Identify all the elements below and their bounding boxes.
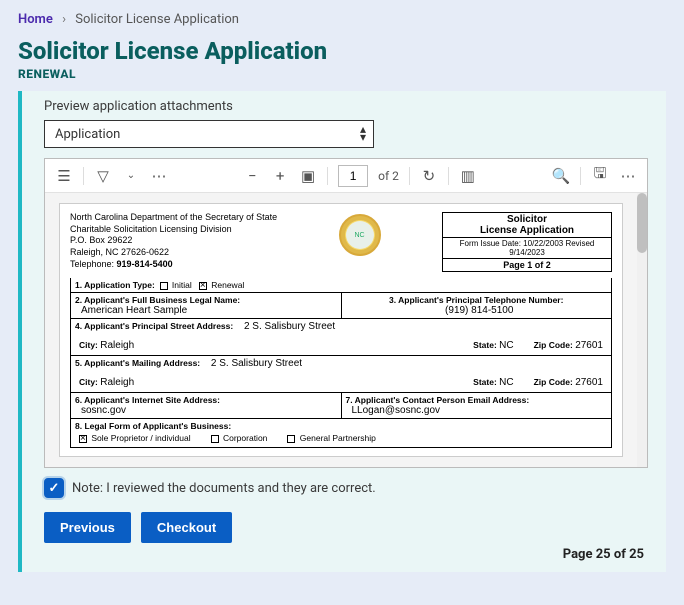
- pdf-page: North Carolina Department of the Secreta…: [59, 203, 623, 457]
- preview-panel: Preview application attachments Applicat…: [18, 91, 666, 572]
- pdf-document-area[interactable]: North Carolina Department of the Secreta…: [45, 193, 637, 467]
- reviewed-label: Note: I reviewed the documents and they …: [72, 481, 376, 496]
- save-icon[interactable]: 🖫: [591, 167, 609, 185]
- attachments-label: Preview application attachments: [44, 99, 648, 114]
- pdf-viewer: ☰ ▽ ⌄ ⋯ − + ▣ of 2 ↻ ▥ 🔍 🖫 ⋯: [44, 158, 648, 468]
- doc-dept-address: North Carolina Department of the Secreta…: [70, 212, 277, 270]
- page-title: Solicitor License Application: [18, 37, 666, 65]
- previous-button[interactable]: Previous: [44, 512, 131, 543]
- more-tools-icon[interactable]: ⋯: [150, 167, 168, 185]
- outline-icon[interactable]: ☰: [55, 167, 73, 185]
- toolbar-separator: [83, 167, 84, 185]
- checkout-button[interactable]: Checkout: [141, 512, 232, 543]
- page-number-input[interactable]: [338, 165, 368, 187]
- page-counter: Page 25 of 25: [44, 547, 648, 562]
- attachments-select-value[interactable]: Application: [44, 120, 374, 148]
- pdf-toolbar: ☰ ▽ ⌄ ⋯ − + ▣ of 2 ↻ ▥ 🔍 🖫 ⋯: [45, 159, 647, 193]
- breadcrumb: Home › Solicitor License Application: [18, 12, 666, 27]
- attachments-select[interactable]: Application ▴▾: [44, 120, 374, 148]
- highlight-icon[interactable]: ▽: [94, 167, 112, 185]
- toolbar-separator: [327, 167, 328, 185]
- toolbar-separator: [409, 167, 410, 185]
- page-view-icon[interactable]: ▥: [459, 167, 477, 185]
- toolbar-separator: [580, 167, 581, 185]
- fit-page-icon[interactable]: ▣: [299, 167, 317, 185]
- zoom-in-icon[interactable]: +: [271, 167, 289, 185]
- chevron-down-icon[interactable]: ⌄: [122, 167, 140, 185]
- pdf-scrollbar[interactable]: [637, 193, 647, 467]
- chevron-right-icon: ›: [62, 12, 66, 27]
- more-icon[interactable]: ⋯: [619, 167, 637, 185]
- breadcrumb-current: Solicitor License Application: [75, 12, 239, 27]
- doc-title-box: SolicitorLicense Application Form Issue …: [442, 212, 612, 272]
- breadcrumb-home-link[interactable]: Home: [18, 12, 53, 27]
- page-subtitle: RENEWAL: [18, 67, 666, 81]
- rotate-icon[interactable]: ↻: [420, 167, 438, 185]
- reviewed-checkbox[interactable]: ✓: [44, 478, 64, 498]
- search-icon[interactable]: 🔍: [552, 167, 570, 185]
- page-total-label: of 2: [378, 169, 399, 183]
- zoom-out-icon[interactable]: −: [243, 167, 261, 185]
- state-seal-icon: NC: [339, 214, 381, 256]
- toolbar-separator: [448, 167, 449, 185]
- pdf-scrollbar-thumb[interactable]: [637, 193, 647, 253]
